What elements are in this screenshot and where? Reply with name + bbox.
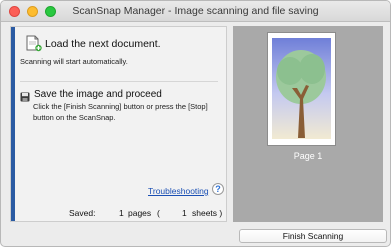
load-step-title: Load the next document. bbox=[45, 38, 161, 50]
saved-label: Saved: bbox=[69, 208, 96, 218]
pages-count: 1 bbox=[119, 208, 124, 218]
step-divider bbox=[20, 81, 218, 82]
load-document-icon bbox=[26, 35, 42, 52]
load-step-description: Scanning will start automatically. bbox=[20, 57, 128, 66]
save-step-title: Save the image and proceed bbox=[34, 89, 162, 100]
save-step-description: Click the [Finish Scanning] button or pr… bbox=[33, 102, 208, 122]
instructions-panel: Load the next document. Scanning will st… bbox=[10, 26, 227, 222]
open-paren: ( bbox=[157, 208, 160, 218]
sheets-unit: sheets ) bbox=[192, 208, 223, 218]
help-button[interactable]: ? bbox=[212, 183, 224, 195]
page-thumbnail[interactable] bbox=[267, 32, 336, 146]
scansnap-window: ScanSnap Manager - Image scanning and fi… bbox=[0, 0, 391, 247]
troubleshooting-link[interactable]: Troubleshooting bbox=[148, 186, 209, 196]
finish-scanning-button[interactable]: Finish Scanning bbox=[239, 229, 387, 243]
scanned-page-image-icon bbox=[272, 38, 331, 139]
page-label: Page 1 bbox=[293, 151, 323, 161]
save-disk-icon bbox=[20, 89, 30, 102]
sheets-count: 1 bbox=[182, 208, 187, 218]
pages-unit: pages bbox=[128, 208, 152, 218]
title-bar: ScanSnap Manager - Image scanning and fi… bbox=[1, 1, 390, 22]
window-title: ScanSnap Manager - Image scanning and fi… bbox=[72, 5, 319, 17]
scan-preview-panel: Page 1 bbox=[233, 26, 383, 222]
step-accent-bar bbox=[11, 27, 15, 221]
